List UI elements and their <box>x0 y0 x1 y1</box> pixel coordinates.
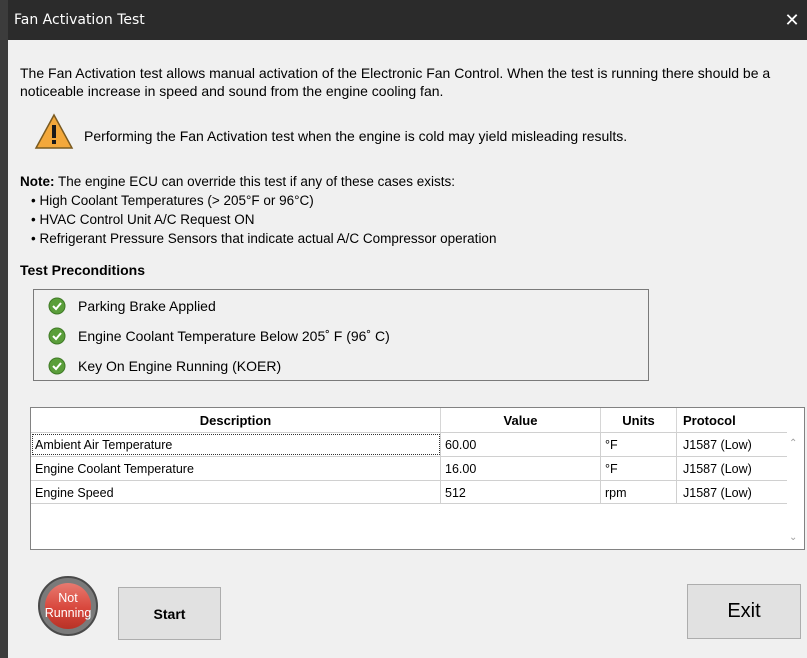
vertical-scrollbar[interactable]: ⌃ ⌄ <box>787 408 804 549</box>
cell-value: 16.00 <box>441 457 601 480</box>
note-bullet: • High Coolant Temperatures (> 205°F or … <box>31 193 314 208</box>
intro-text: The Fan Activation test allows manual ac… <box>20 65 771 99</box>
table-row[interactable]: Ambient Air Temperature 60.00 °F J1587 (… <box>31 432 787 456</box>
exit-button[interactable]: Exit <box>687 584 801 639</box>
preconditions-box: Parking Brake Applied Engine Coolant Tem… <box>33 289 649 381</box>
cell-value: 60.00 <box>441 433 601 456</box>
precondition-label: Key On Engine Running (KOER) <box>78 358 282 374</box>
scroll-up-icon[interactable]: ⌃ <box>789 438 797 449</box>
scroll-down-icon[interactable]: ⌄ <box>789 532 797 543</box>
start-button[interactable]: Start <box>118 587 221 640</box>
window-title: Fan Activation Test <box>14 12 145 28</box>
close-icon: ✕ <box>784 9 800 30</box>
precondition-item: Parking Brake Applied <box>48 295 216 317</box>
precondition-label: Engine Coolant Temperature Below 205˚ F … <box>78 328 390 344</box>
test-status-indicator: Not Running <box>38 576 98 636</box>
status-light: Not Running <box>45 583 91 629</box>
check-circle-icon <box>48 357 66 375</box>
note-line: Note: The engine ECU can override this t… <box>20 174 455 189</box>
status-text-line2: Running <box>44 606 92 620</box>
warning-text: Performing the Fan Activation test when … <box>84 128 628 144</box>
status-text-line1: Not <box>58 591 78 605</box>
cell-units: °F <box>601 433 677 456</box>
table-row[interactable]: Engine Speed 512 rpm J1587 (Low) <box>31 480 787 504</box>
parameter-table: Description Value Units Protocol Ambient… <box>30 407 805 550</box>
note-bullet: • Refrigerant Pressure Sensors that indi… <box>31 231 497 246</box>
table-row[interactable]: Engine Coolant Temperature 16.00 °F J158… <box>31 456 787 480</box>
column-header-value[interactable]: Value <box>441 408 601 432</box>
fan-activation-test-window: Fan Activation Test ✕ The Fan Activation… <box>8 0 807 658</box>
cell-protocol: J1587 (Low) <box>683 461 752 476</box>
cell-description: Engine Speed <box>31 481 441 504</box>
precondition-label: Parking Brake Applied <box>78 298 216 314</box>
check-circle-icon <box>48 327 66 345</box>
warning-triangle-icon <box>34 113 74 149</box>
column-header-units[interactable]: Units <box>601 408 677 432</box>
note-label: Note: <box>20 174 55 189</box>
precondition-item: Engine Coolant Temperature Below 205˚ F … <box>48 325 390 347</box>
note-bullet: • HVAC Control Unit A/C Request ON <box>31 212 255 227</box>
column-header-protocol[interactable]: Protocol <box>677 408 787 432</box>
check-circle-icon <box>48 297 66 315</box>
note-text: The engine ECU can override this test if… <box>54 174 455 189</box>
cell-description: Engine Coolant Temperature <box>31 457 441 480</box>
cell-units: °F <box>601 457 677 480</box>
close-button[interactable]: ✕ <box>777 0 807 40</box>
title-bar: Fan Activation Test ✕ <box>8 0 807 40</box>
preconditions-heading: Test Preconditions <box>20 262 145 278</box>
cell-protocol: J1587 (Low) <box>683 485 752 500</box>
column-header-description[interactable]: Description <box>31 408 441 432</box>
cell-description: Ambient Air Temperature <box>31 433 441 456</box>
cell-value: 512 <box>441 481 601 504</box>
cell-protocol: J1587 (Low) <box>683 437 752 452</box>
precondition-item: Key On Engine Running (KOER) <box>48 355 281 377</box>
cell-units: rpm <box>601 481 677 504</box>
